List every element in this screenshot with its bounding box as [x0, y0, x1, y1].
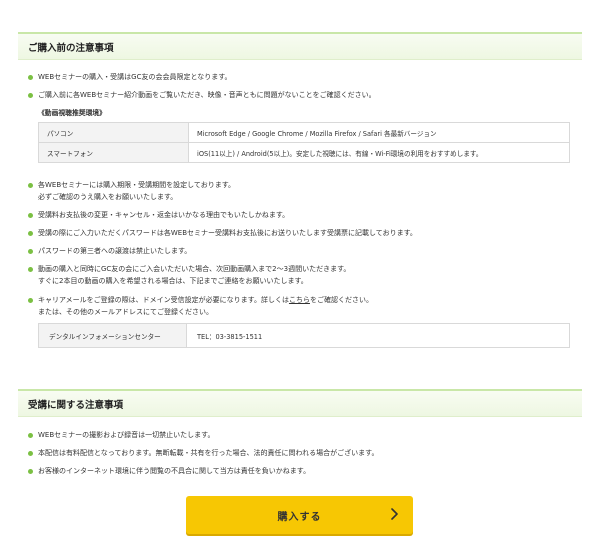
- table-row: パソコン Microsoft Edge / Google Chrome / Mo…: [38, 122, 570, 143]
- contact-table: デンタルインフォメーションセンター TEL：03-3815-1511: [38, 323, 570, 348]
- table-row: スマートフォン iOS(11以上) / Android(5以上)。安定した視聴に…: [38, 142, 570, 163]
- bullet-dot-icon: [28, 93, 33, 98]
- bullet-dot-icon: [28, 298, 33, 303]
- env-value-smartphone: iOS(11以上) / Android(5以上)。安定した視聴には、有線・Wi-…: [188, 142, 570, 163]
- bullet-dot-icon: [28, 249, 33, 254]
- chevron-right-icon: [391, 508, 398, 520]
- bullet-dot-icon: [28, 267, 33, 272]
- bullet-dot-icon: [28, 469, 33, 474]
- contact-phone: TEL：03-3815-1511: [186, 323, 570, 348]
- bullet-dot-icon: [28, 231, 33, 236]
- pre-purchase-heading: ご購入前の注意事項: [18, 32, 582, 60]
- bullet-dot-icon: [28, 75, 33, 80]
- bullet-dot-icon: [28, 183, 33, 188]
- attendance-heading: 受講に関する注意事項: [18, 389, 582, 417]
- env-table: パソコン Microsoft Edge / Google Chrome / Mo…: [38, 122, 570, 163]
- env-subheading: 《動画視聴推奨環境》: [38, 109, 106, 117]
- env-label-pc: パソコン: [38, 122, 189, 143]
- bullet-dot-icon: [28, 433, 33, 438]
- bullet-dot-icon: [28, 213, 33, 218]
- pre-purchase-heading-text: ご購入前の注意事項: [28, 43, 114, 54]
- attendance-heading-text: 受講に関する注意事項: [28, 400, 124, 411]
- buy-button[interactable]: 購入する: [186, 496, 413, 534]
- buy-button-label: 購入する: [277, 512, 322, 523]
- bullet-dot-icon: [28, 451, 33, 456]
- table-row: デンタルインフォメーションセンター TEL：03-3815-1511: [38, 323, 570, 348]
- env-value-pc: Microsoft Edge / Google Chrome / Mozilla…: [188, 122, 570, 143]
- domain-settings-link[interactable]: こちら: [289, 296, 310, 304]
- contact-label: デンタルインフォメーションセンター: [38, 323, 187, 348]
- env-label-smartphone: スマートフォン: [38, 142, 189, 163]
